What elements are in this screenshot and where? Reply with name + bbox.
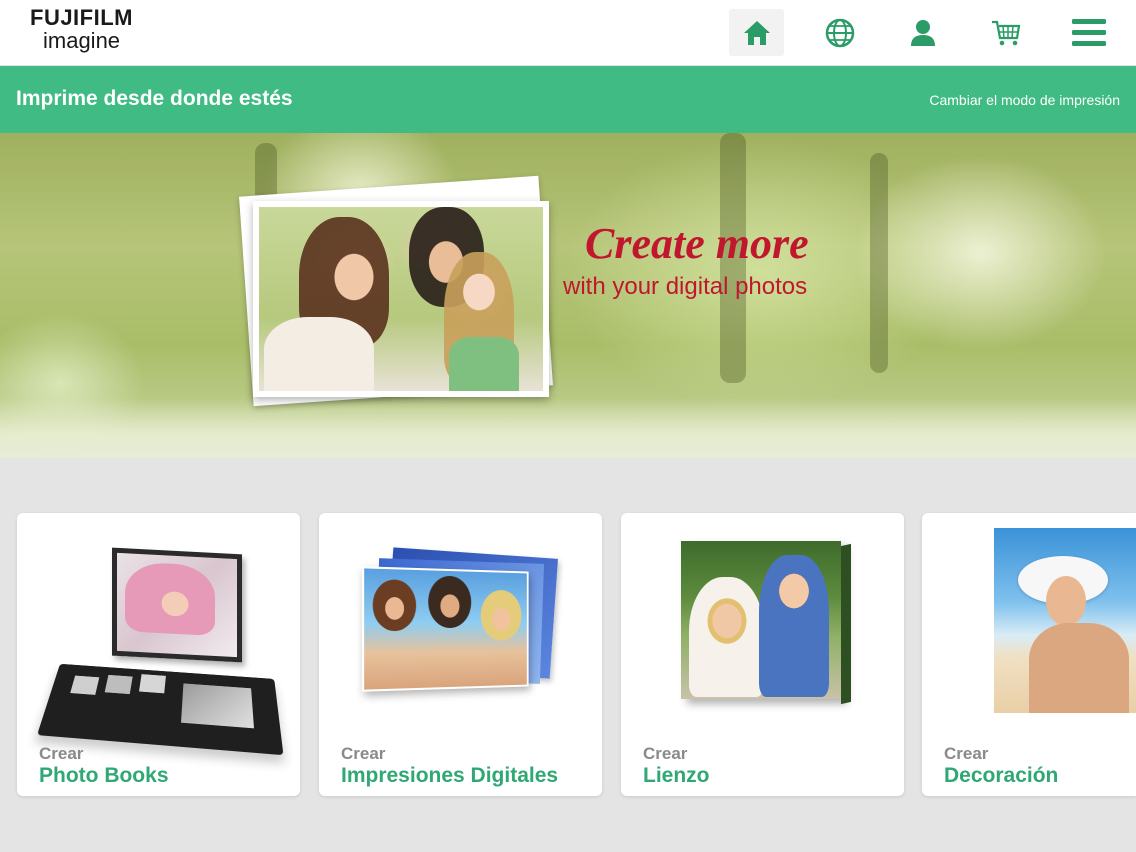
woman-body: [1029, 623, 1129, 713]
book-photo: [138, 674, 166, 694]
photo-book-cover-image: [112, 547, 242, 663]
card-title: Lienzo: [643, 764, 710, 787]
card-prefix: Crear: [39, 744, 84, 763]
nav-account-button[interactable]: [895, 9, 950, 56]
top-header: FUJIFILM imagine: [0, 0, 1136, 66]
family-photo-image: [259, 207, 543, 391]
girl-dress: [449, 337, 519, 391]
nav-menu-button[interactable]: [1061, 9, 1116, 56]
card-photo-books[interactable]: Crear Photo Books: [17, 513, 300, 796]
person-face: [428, 575, 472, 629]
print-mode-bar: Imprime desde donde estés Cambiar el mod…: [0, 66, 1136, 133]
book-photo: [181, 683, 255, 729]
globe-icon: [825, 18, 854, 47]
boy-figure: [759, 555, 829, 697]
card-title: Impresiones Digitales: [341, 764, 559, 787]
logo-brand: FUJIFILM: [30, 5, 133, 30]
card-prefix: Crear: [643, 744, 688, 763]
book-photo: [70, 675, 100, 695]
mother-figure: [689, 577, 764, 697]
home-icon: [743, 20, 770, 45]
hero-title: Create more: [585, 219, 809, 268]
nav-cart-button[interactable]: [978, 9, 1033, 56]
card-title: Decoración: [944, 764, 1059, 787]
cart-icon: [991, 20, 1020, 45]
person-face: [480, 589, 522, 641]
decoration-photo-image: [994, 528, 1136, 713]
book-photo: [104, 674, 133, 695]
print-mode-title: Imprime desde donde estés: [16, 87, 293, 110]
logo-sub: imagine: [43, 28, 121, 53]
card-title: Photo Books: [39, 764, 169, 787]
card-prefix: Crear: [944, 744, 989, 763]
main-nav: [729, 9, 1116, 56]
menu-icon: [1071, 18, 1106, 46]
baby-blanket: [125, 561, 215, 636]
tree-trunk: [870, 153, 888, 373]
nav-home-button[interactable]: [729, 9, 784, 56]
change-print-mode-link[interactable]: Cambiar el modo de impresión: [929, 92, 1120, 108]
nav-globe-button[interactable]: [812, 9, 867, 56]
card-prefix: Crear: [341, 744, 386, 763]
friends-photo-print: [362, 566, 529, 692]
person-face: [372, 579, 417, 632]
product-cards-area: Crear Photo Books Crear Impresiones Digi…: [0, 458, 1136, 852]
card-canvas[interactable]: Crear Lienzo: [621, 513, 904, 796]
canvas-print-image: [681, 541, 841, 699]
woman-face: [1046, 576, 1086, 626]
hero-subtitle: with your digital photos: [563, 273, 808, 300]
card-decoration[interactable]: Crear Decoración: [922, 513, 1136, 796]
white-shirt: [264, 317, 374, 391]
canvas-edge: [841, 543, 851, 705]
hero-banner[interactable]: Create more with your digital photos: [0, 133, 1136, 458]
fujifilm-imagine-logo[interactable]: FUJIFILM imagine: [30, 7, 160, 53]
open-photo-book-image: [37, 663, 284, 756]
grass-foreground: [0, 398, 1136, 458]
user-icon: [910, 19, 935, 46]
card-digital-prints[interactable]: Crear Impresiones Digitales: [319, 513, 602, 796]
family-photo-print: [253, 201, 549, 397]
